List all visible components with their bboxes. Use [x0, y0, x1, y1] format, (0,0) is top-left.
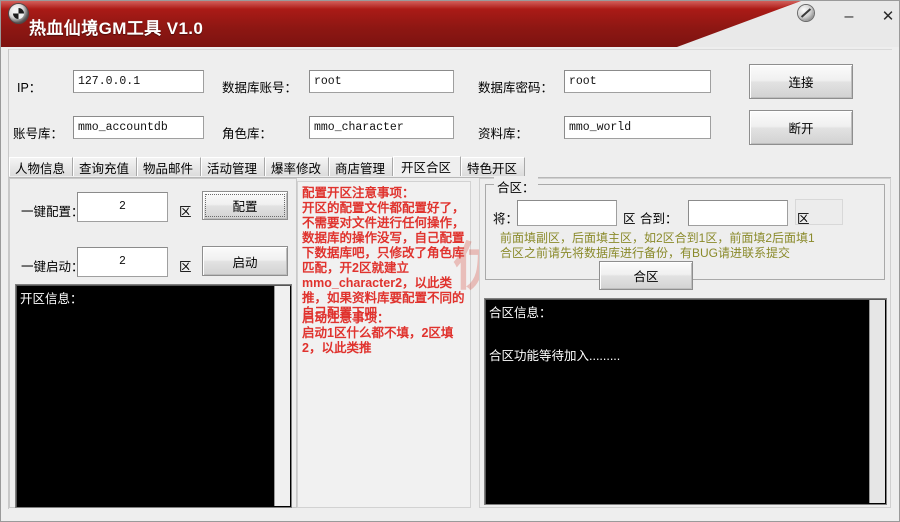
open-area-console[interactable]: 开区信息： [15, 284, 292, 508]
one-key-config-label: 一键配置： [21, 201, 84, 220]
tab-4[interactable]: 爆率修改 [265, 157, 329, 176]
tab-label: 特色开区 [467, 158, 517, 177]
db-account-label: 数据库账号： [222, 77, 297, 96]
open-area-console-title: 开区信息： [20, 288, 83, 307]
title-banner-highlight [1, 1, 801, 9]
client-area: IP： 127.0.0.1 数据库账号： root 数据库密码： root 连接… [1, 47, 899, 521]
ip-label: IP： [17, 77, 41, 96]
merge-area-console[interactable]: 合区信息： 合区功能等待加入......... [484, 298, 887, 505]
tab-2[interactable]: 物品邮件 [137, 157, 201, 176]
config-notice-text: 配置开区注意事项： 开区的配置文件都配置好了，不需要对文件进行任何操作，数据库的… [302, 186, 470, 321]
db-account-input[interactable]: root [309, 70, 454, 93]
app-logo-icon [9, 4, 28, 23]
merge-hint-text: 前面填副区，后面填主区，如2区合到1区，前面填2后面填1 合区之前请先将数据库进… [500, 231, 840, 261]
tab-strip: 人物信息查询充值物品邮件活动管理爆率修改商店管理开区合区特色开区 [9, 157, 891, 177]
disconnect-button[interactable]: 断开 [749, 110, 853, 145]
merge-button[interactable]: 合区 [599, 261, 693, 290]
account-db-label: 账号库： [13, 123, 63, 142]
merge-to-input[interactable] [688, 200, 788, 226]
ip-input[interactable]: 127.0.0.1 [73, 70, 204, 93]
config-button[interactable]: 配置 [202, 191, 288, 220]
minimize-button[interactable]: – [836, 6, 862, 28]
world-db-label: 资料库： [478, 123, 528, 142]
title-bar: 热血仙境GM工具 V1.0 – ✕ [1, 1, 900, 48]
one-key-config-input[interactable]: 2 [77, 192, 168, 222]
merge-area-console-body: 合区功能等待加入......... [489, 345, 620, 364]
tab-6[interactable]: 开区合区 [393, 156, 461, 176]
account-db-input[interactable]: mmo_accountdb [73, 116, 204, 139]
tab-label: 活动管理 [207, 158, 257, 177]
role-db-label: 角色库： [222, 123, 272, 142]
window-title: 热血仙境GM工具 V1.0 [29, 14, 203, 39]
one-key-config-unit: 区 [179, 201, 192, 220]
start-notice-text: 启动注意事项： 启动1区什么都不填，2区填2，以此类推 [302, 311, 470, 356]
tab-label: 查询充值 [79, 158, 129, 177]
db-password-input[interactable]: root [564, 70, 711, 93]
role-db-input[interactable]: mmo_character [309, 116, 454, 139]
tab-0[interactable]: 人物信息 [9, 157, 73, 176]
one-key-start-input[interactable]: 2 [77, 247, 168, 277]
tab-1[interactable]: 查询充值 [73, 157, 137, 176]
open-area-console-scrollbar[interactable] [274, 286, 290, 506]
tab-3[interactable]: 活动管理 [201, 157, 265, 176]
banner-knob-icon [798, 5, 814, 21]
merge-groupbox-legend: 合区： [494, 177, 538, 196]
client-top-divider [8, 49, 892, 50]
tab-label: 商店管理 [335, 158, 385, 177]
tab-label: 人物信息 [15, 158, 65, 177]
tab-7[interactable]: 特色开区 [461, 157, 525, 176]
one-key-start-label: 一键启动： [21, 256, 84, 275]
merge-to-unit-glyph: 区 [797, 208, 810, 227]
tab-label: 爆率修改 [271, 158, 321, 177]
merge-to-label: 合到： [640, 208, 678, 227]
close-button[interactable]: ✕ [875, 6, 900, 28]
tab-label: 物品邮件 [143, 158, 193, 177]
db-password-label: 数据库密码： [478, 77, 553, 96]
merge-from-unit: 区 [623, 208, 636, 227]
one-key-start-unit: 区 [179, 256, 192, 275]
start-button[interactable]: 启动 [202, 246, 288, 276]
tab-label: 开区合区 [401, 157, 451, 176]
merge-area-console-scrollbar[interactable] [869, 300, 885, 503]
merge-from-label: 将： [493, 208, 518, 227]
application-window: 热血仙境GM工具 V1.0 – ✕ IP： 127.0.0.1 数据库账号： r… [0, 0, 900, 522]
world-db-input[interactable]: mmo_world [564, 116, 711, 139]
merge-area-console-title: 合区信息： [489, 302, 552, 321]
merge-from-input[interactable] [517, 200, 617, 226]
tab-5[interactable]: 商店管理 [329, 157, 393, 176]
connect-button[interactable]: 连接 [749, 64, 853, 99]
